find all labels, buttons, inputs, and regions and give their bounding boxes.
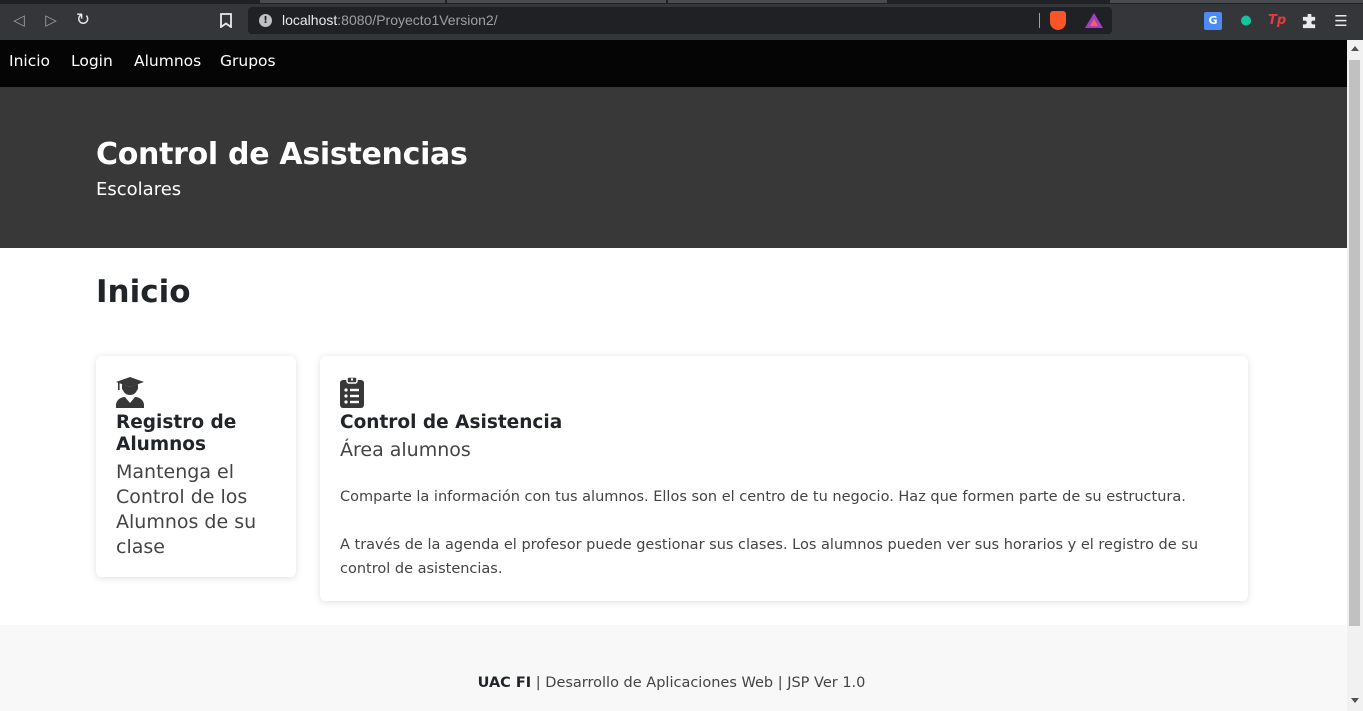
clipboard-list-icon [339, 376, 369, 408]
card-paragraph: Comparte la información con tus alumnos.… [340, 489, 1186, 505]
graduate-user-icon [115, 376, 145, 408]
card-heading: Registro de Alumnos [116, 412, 237, 455]
vertical-scrollbar[interactable] [1347, 40, 1363, 711]
puzzle-icon[interactable] [1300, 12, 1318, 30]
tp-icon[interactable]: Tp [1268, 12, 1286, 30]
brave-rewards-icon[interactable] [1085, 13, 1103, 28]
footer-caption: | Desarrollo de Aplicaciones Web | JSP V… [531, 675, 866, 691]
hero-banner: Control de Asistencias Escolares [0, 87, 1347, 248]
scroll-down-arrow-icon[interactable] [1351, 698, 1359, 703]
page-footer: UAC FI | Desarrollo de Aplicaciones Web … [0, 625, 1347, 711]
nav-item-login[interactable]: Login [71, 52, 113, 70]
reload-icon[interactable]: ↻ [73, 10, 93, 30]
card-control-asistencia: Control de Asistencia Área alumnos Compa… [320, 356, 1248, 601]
bookmark-icon[interactable] [216, 10, 236, 30]
nav-item-grupos[interactable]: Grupos [220, 52, 276, 70]
scrollbar-thumb[interactable] [1349, 60, 1360, 626]
nav-item-alumnos[interactable]: Alumnos [134, 52, 201, 70]
menu-icon[interactable]: ☰ [1332, 12, 1350, 30]
card-heading: Control de Asistencia [340, 412, 563, 433]
card-registro-alumnos: Registro de Alumnos Mantenga el Control … [96, 356, 296, 577]
nav-item-inicio[interactable]: Inicio [9, 52, 50, 70]
page-viewport: Inicio Login Alumnos Grupos Control de A… [0, 40, 1347, 711]
url-divider [1039, 13, 1040, 28]
browser-toolbar: ◁ ▷ ↻ ! localhost:8080/Proyecto1Version2… [0, 0, 1363, 40]
scroll-up-arrow-icon[interactable] [1351, 46, 1359, 51]
hero-subtitle: Escolares [96, 179, 182, 200]
page-title: Inicio [96, 274, 191, 310]
card-description: Mantenga el Control de los Alumnos de su… [116, 461, 257, 558]
translate-icon[interactable]: G [1204, 12, 1222, 30]
grammarly-icon[interactable]: ● [1237, 12, 1255, 30]
forward-arrow-icon[interactable]: ▷ [41, 10, 61, 30]
url-text[interactable]: localhost:8080/Proyecto1Version2/ [282, 12, 498, 28]
footer-text: UAC FI | Desarrollo de Aplicaciones Web … [0, 675, 1343, 691]
tab-strip [0, 0, 1363, 4]
footer-brand: UAC FI [477, 675, 532, 691]
hero-title: Control de Asistencias [96, 137, 468, 172]
brave-shields-icon[interactable] [1050, 11, 1066, 30]
site-info-icon[interactable]: ! [259, 14, 272, 27]
top-navbar: Inicio Login Alumnos Grupos [0, 40, 1347, 87]
card-subheading: Área alumnos [340, 439, 471, 461]
back-arrow-icon[interactable]: ◁ [9, 10, 29, 30]
address-bar[interactable]: ! localhost:8080/Proyecto1Version2/ [248, 7, 1112, 34]
card-paragraph: A través de la agenda el profesor puede … [340, 537, 1199, 577]
